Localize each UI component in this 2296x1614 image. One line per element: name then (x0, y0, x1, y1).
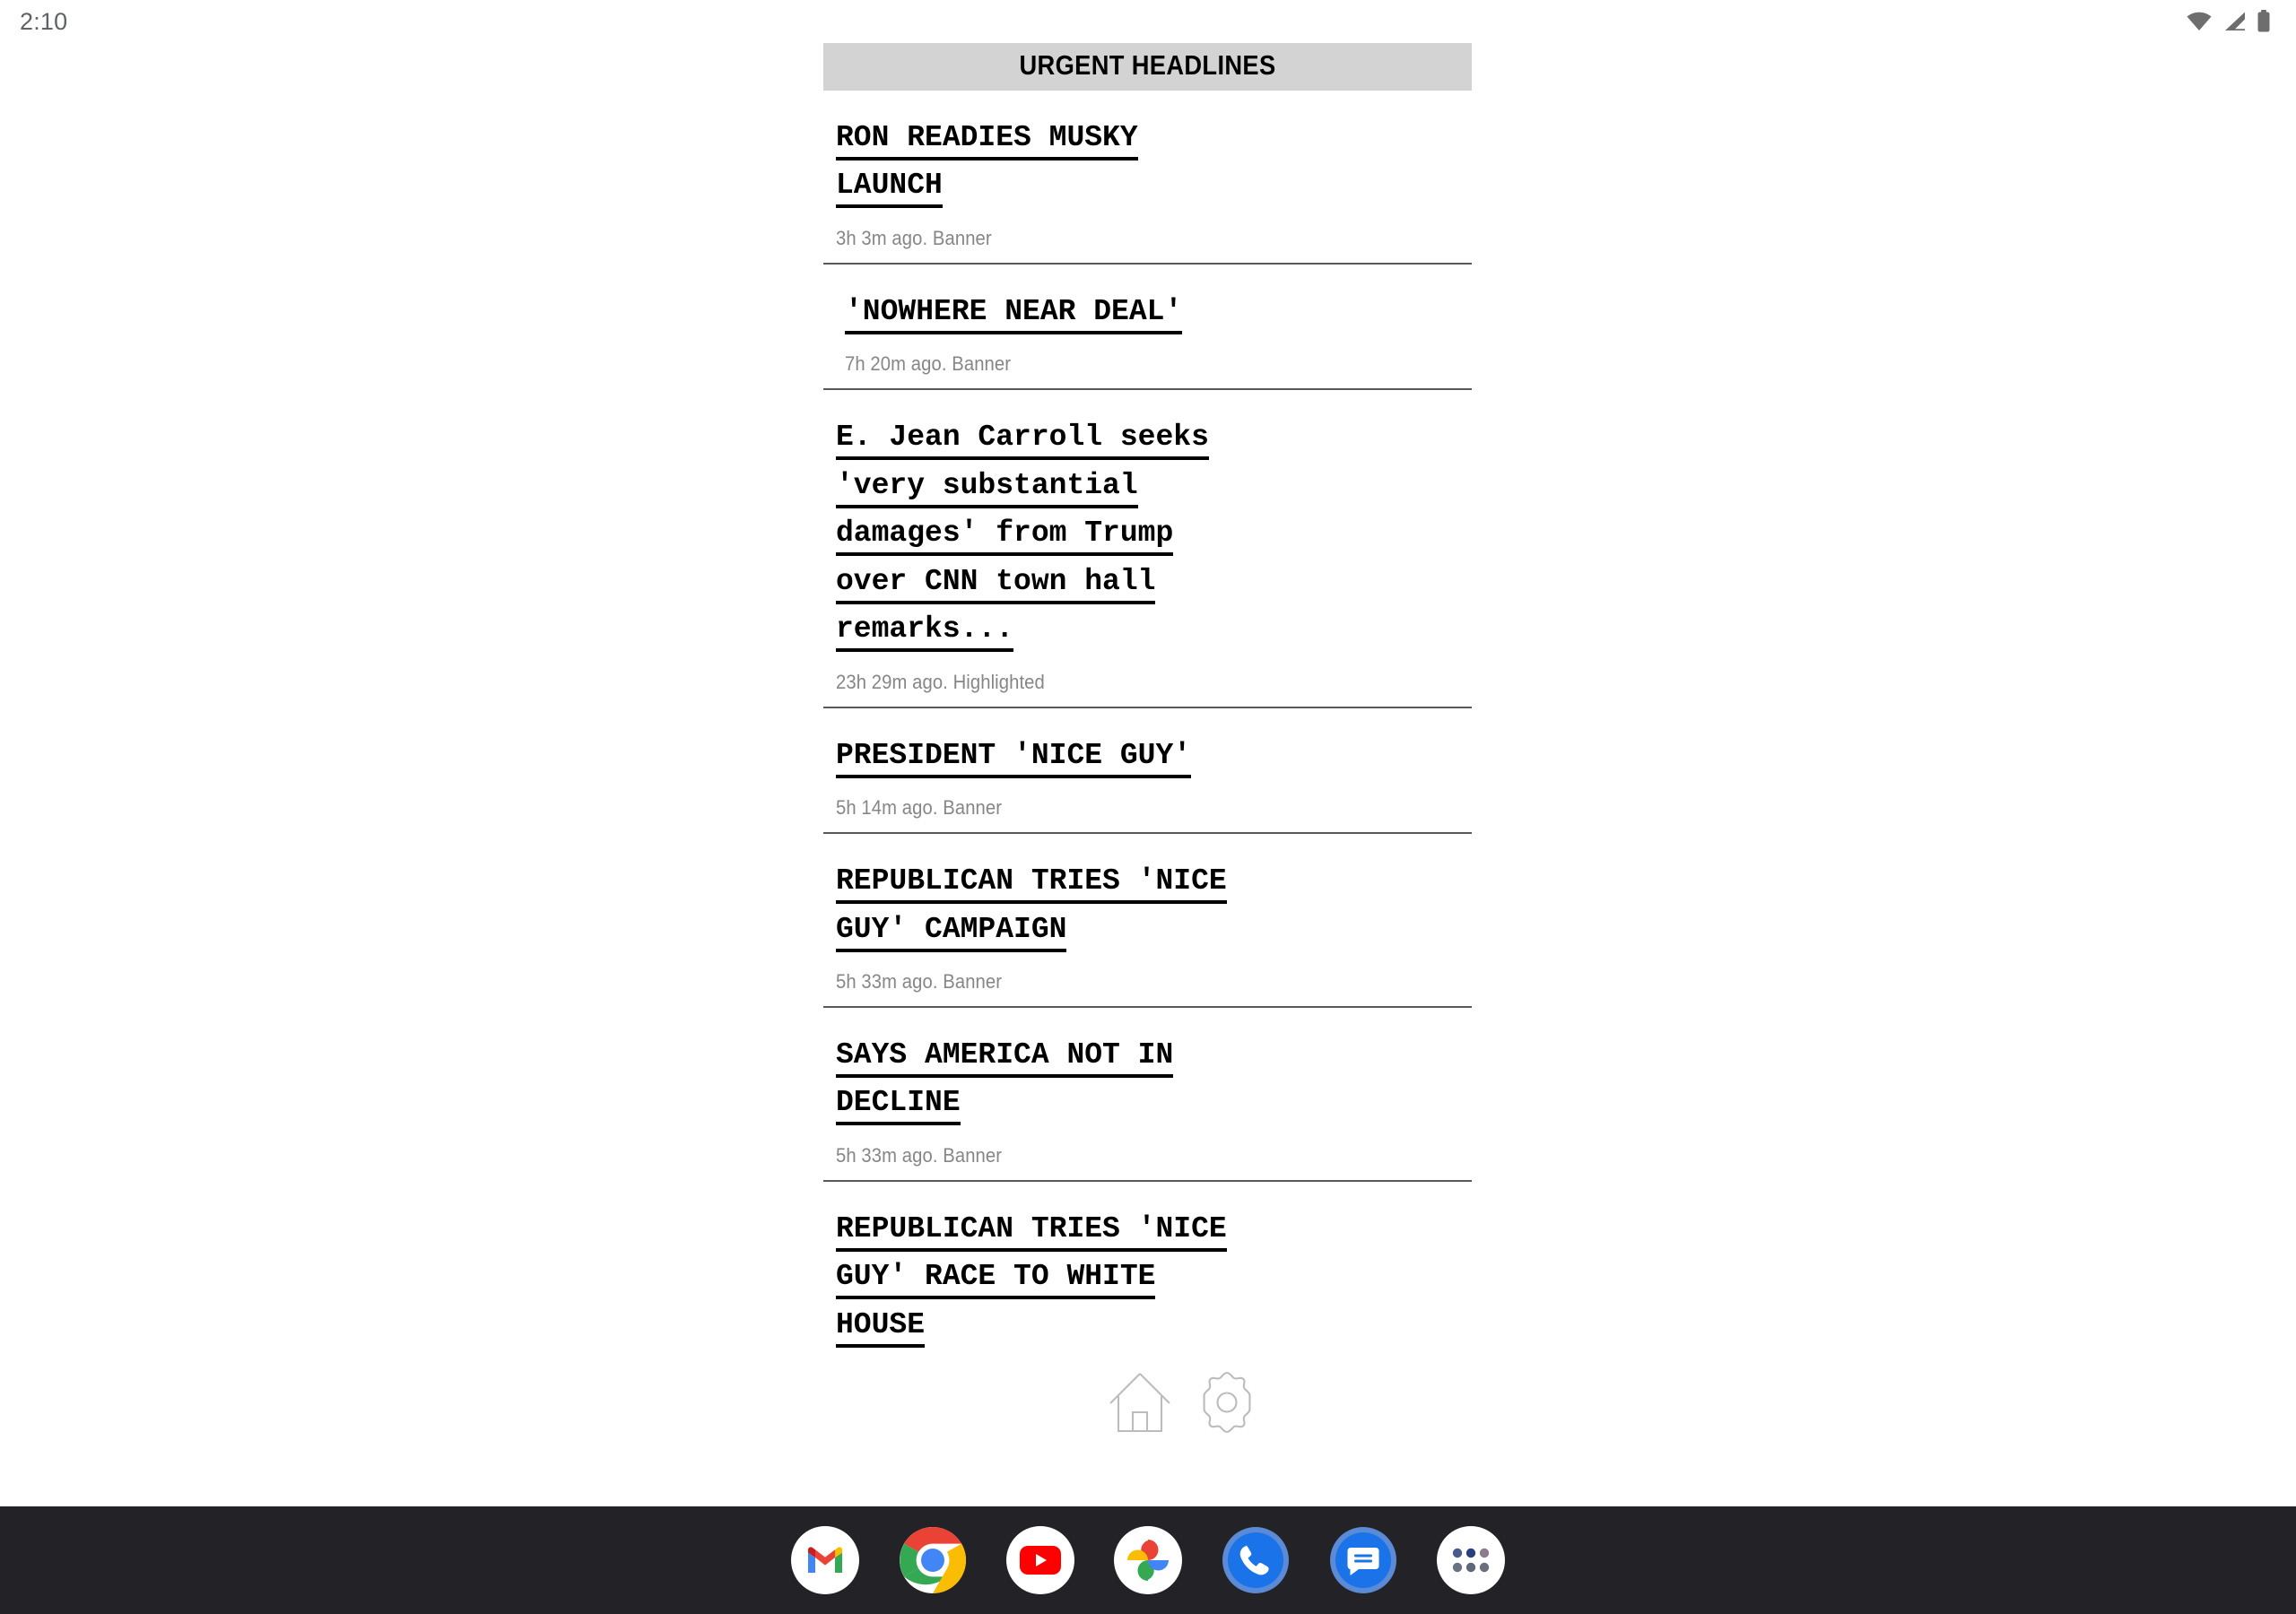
headline-title-line: over CNN town hall (836, 564, 1156, 604)
headline-title-line: remarks... (836, 612, 1014, 653)
headline-title[interactable]: E. Jean Carroll seeks 'very substantial da… (836, 413, 1472, 653)
gmail-icon[interactable] (791, 1526, 859, 1594)
app-content-area: URGENT HEADLINES RON READIES MUSKY LAUNCH… (0, 43, 2296, 1506)
headline-item[interactable]: REPUBLICAN TRIES 'NICE GUY' CAMPAIGN 5h 33… (823, 834, 1472, 1008)
headline-title-line: E. Jean Carroll seeks (836, 421, 1209, 461)
status-bar-clock: 2:10 (20, 7, 68, 35)
status-bar: 2:10 (0, 0, 2296, 43)
headline-item-body: SAYS AMERICA NOT IN DECLINE 5h 33m ago. Ba… (823, 1008, 1472, 1180)
status-bar-icons (2186, 10, 2271, 33)
headline-item-body: REPUBLICAN TRIES 'NICE GUY' CAMPAIGN 5h 33… (823, 834, 1472, 1006)
messages-icon[interactable] (1329, 1526, 1397, 1594)
headline-title-line: REPUBLICAN TRIES 'NICE (836, 864, 1227, 905)
headline-meta: 5h 14m ago. Banner (836, 796, 1003, 820)
headline-title-line: SAYS AMERICA NOT IN (836, 1037, 1174, 1078)
chrome-icon[interactable] (899, 1526, 967, 1594)
app-drawer-icon[interactable] (1437, 1526, 1505, 1594)
headline-title-line: LAUNCH (836, 169, 943, 209)
headline-item[interactable]: PRESIDENT 'NICE GUY' 5h 14m ago. Banner (823, 708, 1472, 835)
headline-item-body: 'NOWHERE NEAR DEAL' 7h 20m ago. Banner (823, 265, 1472, 388)
headline-title-line: RON READIES MUSKY (836, 121, 1138, 161)
headline-item-body: E. Jean Carroll seeks 'very substantial da… (823, 390, 1472, 706)
dock (0, 1506, 2296, 1614)
battery-icon (2257, 10, 2271, 33)
headline-item-body: REPUBLICAN TRIES 'NICE GUY' RACE TO WHITE… (823, 1182, 1472, 1361)
headline-title-line: GUY' CAMPAIGN (836, 912, 1067, 952)
headline-title[interactable]: SAYS AMERICA NOT IN DECLINE (836, 1031, 1472, 1127)
headline-meta: 3h 3m ago. Banner (836, 226, 992, 249)
headline-item[interactable]: 'NOWHERE NEAR DEAL' 7h 20m ago. Banner (823, 265, 1472, 391)
headline-title-line: DECLINE (836, 1086, 961, 1126)
google-photos-icon[interactable] (1114, 1526, 1182, 1594)
page-title: URGENT HEADLINES (1019, 49, 1276, 81)
headline-item[interactable]: REPUBLICAN TRIES 'NICE GUY' RACE TO WHITE… (823, 1182, 1472, 1361)
headline-title[interactable]: REPUBLICAN TRIES 'NICE GUY' RACE TO WHITE… (836, 1205, 1472, 1349)
headline-title-line: 'NOWHERE NEAR DEAL' (845, 294, 1183, 334)
headline-item[interactable]: RON READIES MUSKY LAUNCH 3h 3m ago. Banner (823, 91, 1472, 265)
headline-title[interactable]: 'NOWHERE NEAR DEAL' (845, 288, 1472, 335)
headline-title-line: PRESIDENT 'NICE GUY' (836, 738, 1192, 778)
headline-item-body: PRESIDENT 'NICE GUY' 5h 14m ago. Banner (823, 708, 1472, 832)
headline-title-line: damages' from Trump (836, 516, 1174, 557)
headline-meta: 23h 29m ago. Highlighted (836, 670, 1045, 693)
headline-title-line: GUY' RACE TO WHITE (836, 1260, 1156, 1300)
headlines-column: URGENT HEADLINES RON READIES MUSKY LAUNCH… (823, 43, 1472, 1361)
wifi-icon (2186, 11, 2213, 32)
headline-title[interactable]: REPUBLICAN TRIES 'NICE GUY' CAMPAIGN (836, 857, 1472, 953)
headline-meta: 7h 20m ago. Banner (845, 352, 1012, 376)
headline-meta: 5h 33m ago. Banner (836, 969, 1003, 993)
headline-title-line: 'very substantial (836, 468, 1138, 508)
headline-item-body: RON READIES MUSKY LAUNCH 3h 3m ago. Banner (823, 91, 1472, 263)
page-header: URGENT HEADLINES (823, 43, 1472, 91)
headline-title-line: HOUSE (836, 1307, 926, 1348)
headline-item[interactable]: E. Jean Carroll seeks 'very substantial da… (823, 390, 1472, 708)
youtube-icon[interactable] (1006, 1526, 1074, 1594)
cellular-signal-icon (2222, 11, 2247, 32)
headline-meta: 5h 33m ago. Banner (836, 1143, 1003, 1167)
headline-title[interactable]: RON READIES MUSKY LAUNCH (836, 114, 1472, 210)
phone-icon[interactable] (1222, 1526, 1290, 1594)
headline-list: RON READIES MUSKY LAUNCH 3h 3m ago. Banner… (823, 91, 1472, 1361)
headline-title[interactable]: PRESIDENT 'NICE GUY' (836, 732, 1472, 779)
headline-item[interactable]: SAYS AMERICA NOT IN DECLINE 5h 33m ago. Ba… (823, 1008, 1472, 1182)
headline-title-line: REPUBLICAN TRIES 'NICE (836, 1211, 1227, 1252)
